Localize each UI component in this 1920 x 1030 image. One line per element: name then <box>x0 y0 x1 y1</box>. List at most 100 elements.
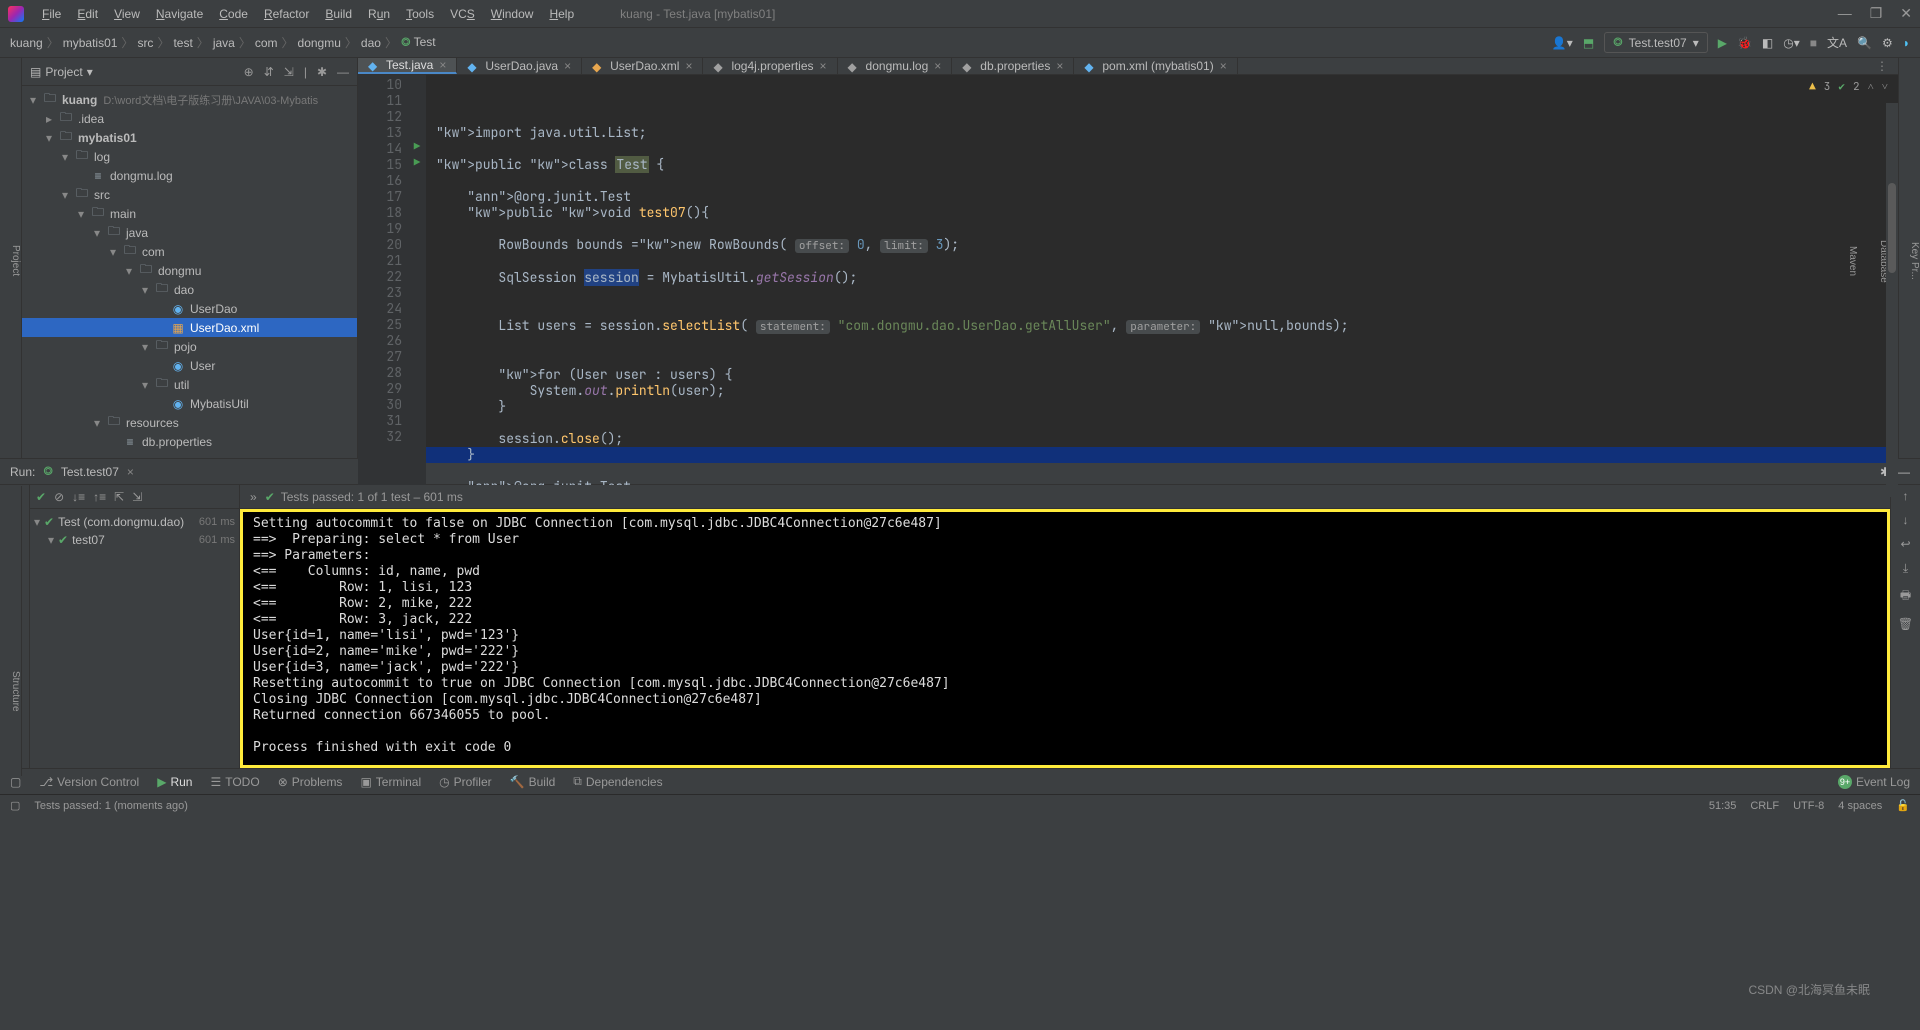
tree-node[interactable]: ▾🗀src <box>22 185 357 204</box>
menu-refactor[interactable]: Refactor <box>258 3 315 25</box>
tree-node[interactable]: ≡dongmu.log <box>22 166 357 185</box>
code-content[interactable]: ▲3 ✔2 ˄ ˅ "kw">import java.util.List; "k… <box>426 75 1898 497</box>
tree-node[interactable]: ▾🗀util <box>22 375 357 394</box>
close-tab-icon[interactable]: × <box>564 59 571 73</box>
close-icon[interactable]: ✕ <box>1900 5 1912 22</box>
profile-icon[interactable]: ◷▾ <box>1783 36 1800 50</box>
run-icon[interactable]: ▶ <box>1718 36 1727 50</box>
close-tab-icon[interactable]: × <box>934 59 941 73</box>
show-ignored-icon[interactable]: ⊘ <box>54 490 64 504</box>
debug-icon[interactable]: 🐞 <box>1737 36 1752 50</box>
editor-tab[interactable]: ◆dongmu.log× <box>838 58 953 74</box>
menu-file[interactable]: File <box>36 3 67 25</box>
line-separator[interactable]: CRLF <box>1750 800 1779 812</box>
close-tab-icon[interactable]: × <box>1056 59 1063 73</box>
profiler-button[interactable]: ◷Profiler <box>439 775 492 789</box>
tree-node[interactable]: ≡db.properties <box>22 432 357 451</box>
editor-tab[interactable]: ◆log4j.properties× <box>703 58 837 74</box>
editor-tab[interactable]: ◆UserDao.xml× <box>582 58 703 74</box>
breadcrumb-item[interactable]: ⭗ Test <box>401 35 436 50</box>
code-with-me-icon[interactable]: ◗ <box>1903 36 1910 50</box>
run-config-selector[interactable]: ⭗ Test.test07 ▾ <box>1604 32 1708 53</box>
tree-node[interactable]: ◉User <box>22 356 357 375</box>
tree-node[interactable]: ▾🗀dao <box>22 280 357 299</box>
close-tab-icon[interactable]: × <box>1220 59 1227 73</box>
breadcrumb-item[interactable]: com <box>255 36 278 50</box>
console-output[interactable]: Setting autocommit to false on JDBC Conn… <box>240 509 1890 768</box>
problems-button[interactable]: ⊗Problems <box>278 775 343 789</box>
translate-icon[interactable]: 文A <box>1827 34 1847 51</box>
clear-icon[interactable]: 🗑 <box>1898 617 1913 631</box>
tree-node[interactable]: ◉UserDao <box>22 299 357 318</box>
sort-down-icon[interactable]: ↓≡ <box>72 490 85 504</box>
collapse-all-icon[interactable]: ⇲ <box>132 490 142 504</box>
tabs-more-icon[interactable]: ⋮ <box>1866 59 1898 73</box>
editor-tab[interactable]: ◆pom.xml (mybatis01)× <box>1074 58 1237 74</box>
todo-button[interactable]: ☰TODO <box>210 775 259 789</box>
breadcrumb-item[interactable]: src <box>137 36 153 50</box>
chevron-up-icon[interactable]: ˄ <box>1868 79 1874 95</box>
tree-node[interactable]: ▾🗀main <box>22 204 357 223</box>
dependencies-button[interactable]: ⧉Dependencies <box>573 774 662 789</box>
test-tree-row[interactable]: ▾✔Test (com.dongmu.dao)601 ms <box>34 513 235 531</box>
scroll-end-icon[interactable]: ⤓ <box>1903 561 1908 576</box>
breadcrumb-item[interactable]: kuang <box>10 36 43 50</box>
minimize-icon[interactable]: — <box>1838 5 1852 22</box>
chevron-down-icon[interactable]: ▾ <box>87 65 93 79</box>
tree-node[interactable]: ▾🗀kuangD:\word文档\电子版练习册\JAVA\03-Mybatis <box>22 90 357 109</box>
expand-icon[interactable]: ⇲ <box>284 65 294 79</box>
run-button[interactable]: ▶Run <box>157 775 192 789</box>
sort-up-icon[interactable]: ↑≡ <box>93 490 106 504</box>
readonly-lock-icon[interactable]: 🔓 <box>1896 799 1910 812</box>
menu-code[interactable]: Code <box>213 3 254 25</box>
chevron-right-icon[interactable]: » <box>250 490 257 504</box>
test-tree-row[interactable]: ▾✔test07601 ms <box>34 531 235 549</box>
maximize-icon[interactable]: ❐ <box>1870 5 1883 22</box>
editor-scrollbar[interactable] <box>1886 103 1898 497</box>
project-tool-button[interactable]: Project <box>10 245 21 276</box>
breadcrumb-item[interactable]: dao <box>361 36 381 50</box>
print-icon[interactable]: 🖶 <box>1900 586 1911 607</box>
breadcrumb-item[interactable]: mybatis01 <box>63 36 118 50</box>
tree-node[interactable]: ▾🗀com <box>22 242 357 261</box>
menu-vcs[interactable]: VCS <box>444 3 481 25</box>
stop-icon[interactable]: ■ <box>1810 36 1817 50</box>
editor-tab[interactable]: ◆UserDao.java× <box>457 58 582 74</box>
menu-run[interactable]: Run <box>362 3 396 25</box>
settings-icon[interactable]: ✱ <box>317 65 327 79</box>
chevron-down-icon[interactable]: ˅ <box>1882 79 1888 95</box>
tree-node[interactable]: ▦UserDao.xml <box>22 318 357 337</box>
menu-edit[interactable]: Edit <box>71 3 104 25</box>
file-encoding[interactable]: UTF-8 <box>1793 800 1824 812</box>
breadcrumb-item[interactable]: java <box>213 36 235 50</box>
build-hammer-icon[interactable]: ⬒ <box>1583 36 1594 50</box>
hide-icon[interactable]: — <box>337 65 349 79</box>
menu-navigate[interactable]: Navigate <box>150 3 209 25</box>
close-tab-icon[interactable]: × <box>685 59 692 73</box>
up-icon[interactable]: ↑ <box>1903 489 1909 503</box>
tree-node[interactable]: ▾🗀mybatis01 <box>22 128 357 147</box>
indent-setting[interactable]: 4 spaces <box>1838 800 1882 812</box>
menu-tools[interactable]: Tools <box>400 3 440 25</box>
tree-node[interactable]: ▾🗀resources <box>22 413 357 432</box>
version-control-button[interactable]: ⎇Version Control <box>39 775 139 789</box>
breadcrumb-item[interactable]: dongmu <box>298 36 341 50</box>
tree-node[interactable]: ▾🗀dongmu <box>22 261 357 280</box>
menu-build[interactable]: Build <box>319 3 358 25</box>
expand-all-icon[interactable]: ⇱ <box>114 490 124 504</box>
event-log-button[interactable]: 9+Event Log <box>1838 775 1910 789</box>
close-tab-icon[interactable]: × <box>439 58 446 72</box>
tree-node[interactable]: ▾🗀java <box>22 223 357 242</box>
breadcrumb-item[interactable]: test <box>173 36 192 50</box>
close-tab-icon[interactable]: × <box>127 465 134 479</box>
user-icon[interactable]: 👤▾ <box>1552 36 1573 50</box>
close-tab-icon[interactable]: × <box>820 59 827 73</box>
locate-icon[interactable]: ⊕ <box>244 65 254 79</box>
soft-wrap-icon[interactable]: ↩ <box>1900 537 1910 551</box>
coverage-icon[interactable]: ◧ <box>1762 36 1773 50</box>
tree-node[interactable]: ▾🗀log <box>22 147 357 166</box>
project-tree[interactable]: ▾🗀kuangD:\word文档\电子版练习册\JAVA\03-Mybatis▸… <box>22 86 357 455</box>
status-indicator-icon[interactable]: ▢ <box>10 799 20 812</box>
menu-window[interactable]: Window <box>485 3 540 25</box>
menu-help[interactable]: Help <box>543 3 580 25</box>
